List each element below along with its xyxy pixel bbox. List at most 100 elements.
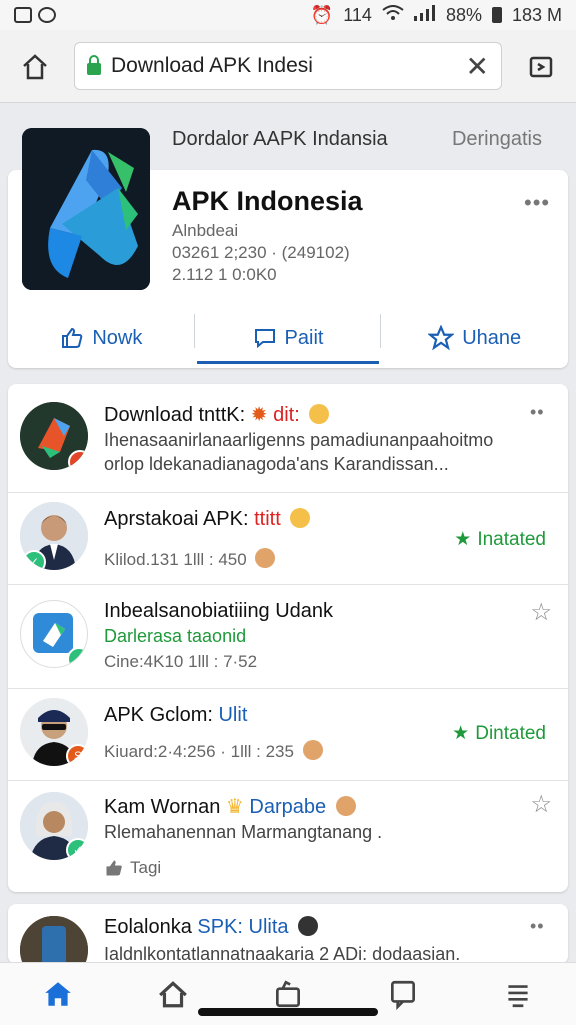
hero-breadcrumb[interactable]: Dordalor AAPK Indansia [172,128,388,151]
install-button[interactable]: ★ Inatated [454,528,546,551]
item-title-text: Kam Wornan [104,796,221,818]
list-item[interactable]: ✓ Kam Wornan ♛ Darpabe Rlemahanennan Mar… [8,780,568,892]
nav-home-button[interactable] [0,963,115,1025]
thumbs-up-icon [62,327,83,348]
item-meta: Cine:4K10 1lll : 7·52 [104,652,258,671]
emoji-icon [302,740,323,760]
more-icon[interactable]: ••• [524,190,550,216]
list-item[interactable]: Eolalonka SPK: Ulita Ialdnlkontatlannatn… [8,904,568,984]
hero-header: Dordalor AAPK Indansia Deringatis [172,128,542,151]
list-item[interactable]: ● Download tnttK: ✹ dit: •• Ihenasaanirl… [8,384,568,493]
emoji-icon [255,548,276,568]
home-icon[interactable] [18,50,52,84]
favorite-star-icon[interactable]: ☆ [530,790,552,819]
item-title-highlight: Darpabe [249,796,327,818]
emoji-icon [309,404,330,424]
app-actions: Nowk Paiit Uhane [8,310,568,366]
emoji-icon [335,796,356,816]
cell-signal-icon [413,4,436,26]
item-title: Eolalonka SPK: Ulita [104,916,319,939]
item-description-line1: Ihenasaanirlanaarligenns pamadiunanpaaho… [104,430,494,450]
install-button[interactable]: ★ Dintated [452,722,546,745]
app-developer: Alnbdeai [172,221,239,240]
verified-badge: ✓ [22,550,46,570]
star-icon: ★ [454,529,472,550]
item-description: Ihenasaanirlanaarligenns pamadiunanpaaho… [104,428,493,476]
home-indicator[interactable] [198,1008,378,1016]
share-button[interactable]: Uhane [381,310,568,366]
bag-icon [276,980,300,1008]
item-title: Aprstakoai APK: ttitt [104,508,311,531]
wifi-icon [382,4,404,26]
app-details: Alnbdeai 03261 2;230 · (249102) 2.112 1 … [172,220,350,286]
tabs-icon[interactable] [524,50,558,84]
avatar: ● [20,402,88,470]
more-icon[interactable]: •• [530,916,545,937]
app-icon[interactable] [22,128,150,290]
status-bar: ⏰ 114 88% 183 M [0,0,576,30]
close-icon[interactable]: ✕ [466,50,489,83]
avatar: + [20,600,88,668]
list-item[interactable]: S APK Gclom: Ulit Kiuard:2·4:256 · 1lll … [8,688,568,781]
avatar: ✓ [20,792,88,860]
item-title-highlight: Ulit [218,704,248,726]
verified-badge: ✓ [66,838,88,860]
item-title-highlight: ttitt [254,508,281,530]
item-title: Kam Wornan ♛ Darpabe [104,794,356,819]
lock-icon [87,55,101,75]
url-bar[interactable]: Download APK Indesi ✕ [74,42,502,90]
item-title: Inbealsanobiatiiing Udank [104,600,334,622]
url-text: Download APK Indesi [111,54,313,77]
tag-label: Tagi [130,858,162,877]
gallery-icon [14,7,32,23]
comment-icon [254,329,275,349]
app-size: 2.112 1 0:0K0 [172,265,277,284]
app-title: APK Indonesia [172,186,363,216]
item-title-text: Aprstakoai APK: [104,508,249,530]
favorite-star-icon[interactable]: ☆ [530,598,552,627]
install-label: Inatated [477,528,546,550]
emoji-icon [290,508,311,528]
avatar: ✓ [20,502,88,570]
home-icon [44,982,71,1006]
avatar: S [20,698,88,766]
menu-icon [508,985,529,1008]
item-title-highlight: dit: [273,404,300,426]
house-outline-icon [158,981,187,1008]
nav-menu-button[interactable] [461,963,576,1025]
item-title: APK Gclom: Ulit [104,704,247,727]
item-meta: Klilod.131 1lll : 450 [104,548,276,570]
tag-button[interactable]: Tagi [104,858,161,878]
chat-icon [391,980,416,1010]
thumbs-up-icon [106,860,122,876]
battery-text: 88% [445,4,482,25]
app-stats: 03261 2;230 · (249102) [172,243,350,262]
browser-toolbar: Download APK Indesi ✕ [0,30,576,103]
clock: 183 M [511,4,562,25]
notification-badge: S [66,744,88,766]
feed-list: ● Download tnttK: ✹ dit: •• Ihenasaanirl… [8,384,568,892]
list-item[interactable]: + Inbealsanobiatiiing Udank Darlerasa ta… [8,584,568,689]
hero-top-link[interactable]: Deringatis [452,128,542,151]
comment-label: Paiit [284,326,324,349]
like-button[interactable]: Nowk [8,310,195,366]
item-title-text: APK Gclom: [104,704,213,726]
item-title-text: Download tnttK: [104,404,246,426]
item-title-highlight: SPK: Ulita [197,916,289,938]
comment-button[interactable]: Paiit [195,310,382,366]
list-item[interactable]: ✓ Aprstakoai APK: ttitt Klilod.131 1lll … [8,492,568,585]
alarm-icon: ⏰ [310,4,334,25]
notification-badge: ● [68,450,88,470]
item-description: Rlemahanennan Marmangtanang . [104,822,383,842]
star-icon: ★ [452,723,470,744]
add-badge: + [67,647,87,667]
signal-text: 114 [343,4,372,25]
item-meta-text: Kiuard:2·4:256 · 1lll : 235 [104,742,294,761]
item-meta: Kiuard:2·4:256 · 1lll : 235 [104,740,323,762]
battery-icon [491,7,502,23]
item-title: Download tnttK: ✹ dit: [104,402,330,427]
install-label: Dintated [475,722,546,744]
item-title-text: Eolalonka [104,916,192,938]
emoji-icon [298,916,319,936]
more-icon[interactable]: •• [530,402,545,423]
